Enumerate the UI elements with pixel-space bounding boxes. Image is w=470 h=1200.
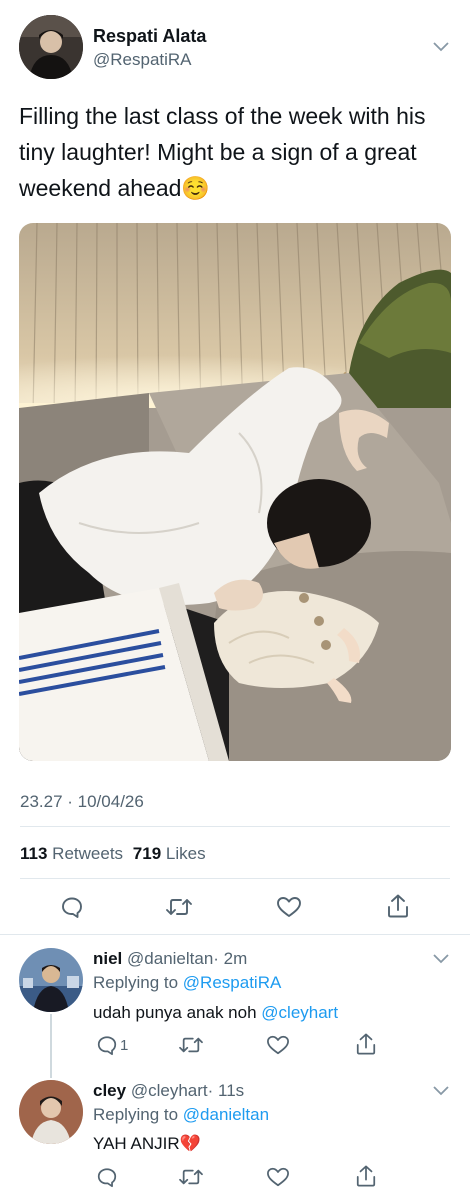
divider: [20, 826, 450, 827]
divider: [20, 878, 450, 879]
thread-line: [50, 1014, 52, 1078]
reply-author-handle[interactable]: @cleyhart: [131, 1081, 208, 1100]
retweet-icon[interactable]: [178, 1034, 204, 1056]
reply-header: niel @danieltan· 2m: [93, 949, 247, 969]
reply-time[interactable]: · 2m: [213, 949, 247, 968]
author-avatar[interactable]: [19, 15, 83, 79]
reply-icon[interactable]: [96, 1034, 118, 1056]
tweet-stats: 113 Retweets 719 Likes: [20, 844, 206, 864]
replying-to: Replying to @RespatiRA: [93, 973, 281, 993]
heart-icon[interactable]: [266, 1034, 290, 1056]
reply-header: cley @cleyhart· 11s: [93, 1081, 244, 1101]
reply-author-handle[interactable]: @danieltan: [127, 949, 213, 968]
tweet-body: Filling the last class of the week with …: [19, 103, 426, 201]
section-divider: [0, 934, 470, 935]
reply-author-name[interactable]: cley: [93, 1081, 126, 1100]
broken-heart-emoji: 💔: [179, 1134, 201, 1153]
tweet-timestamp[interactable]: 23.27 · 10/04/26: [20, 792, 144, 812]
share-icon[interactable]: [355, 1032, 377, 1056]
retweet-label[interactable]: Retweets: [52, 844, 123, 863]
heart-icon[interactable]: [266, 1166, 290, 1188]
tweet-photo[interactable]: [19, 223, 451, 761]
replying-to-handle[interactable]: @danieltan: [183, 1105, 269, 1124]
chevron-down-icon[interactable]: [432, 1085, 450, 1097]
reply-mention[interactable]: @cleyhart: [261, 1003, 338, 1022]
reply-text: YAH ANJIR💔: [93, 1134, 201, 1154]
replying-to-label: Replying to: [93, 1105, 179, 1124]
reply-text: udah punya anak noh @cleyhart: [93, 1003, 338, 1023]
reply-time[interactable]: · 11s: [208, 1081, 245, 1100]
retweet-icon[interactable]: [178, 1166, 204, 1188]
reply-avatar[interactable]: [19, 948, 83, 1012]
reply-avatar[interactable]: [19, 1080, 83, 1144]
reply-author-name[interactable]: niel: [93, 949, 122, 968]
share-icon[interactable]: [355, 1164, 377, 1188]
smiling-face-emoji: ☺️: [181, 175, 211, 201]
author-name[interactable]: Respati Alata: [93, 26, 206, 47]
reply-body: udah punya anak noh: [93, 1003, 257, 1022]
retweet-icon[interactable]: [165, 895, 193, 919]
tweet-text: Filling the last class of the week with …: [19, 98, 439, 206]
reply-icon[interactable]: [60, 895, 84, 919]
share-icon[interactable]: [386, 893, 410, 919]
reply-icon[interactable]: [96, 1166, 118, 1188]
heart-icon[interactable]: [276, 895, 302, 919]
chevron-down-icon[interactable]: [432, 41, 450, 53]
author-handle[interactable]: @RespatiRA: [93, 50, 192, 70]
reply-body: YAH ANJIR: [93, 1134, 180, 1153]
like-label[interactable]: Likes: [166, 844, 206, 863]
replying-to: Replying to @danieltan: [93, 1105, 269, 1125]
chevron-down-icon[interactable]: [432, 953, 450, 965]
replying-to-handle[interactable]: @RespatiRA: [183, 973, 282, 992]
replying-to-label: Replying to: [93, 973, 179, 992]
retweet-count[interactable]: 113: [20, 844, 47, 863]
like-count[interactable]: 719: [133, 844, 161, 863]
reply-count: 1: [120, 1037, 129, 1054]
